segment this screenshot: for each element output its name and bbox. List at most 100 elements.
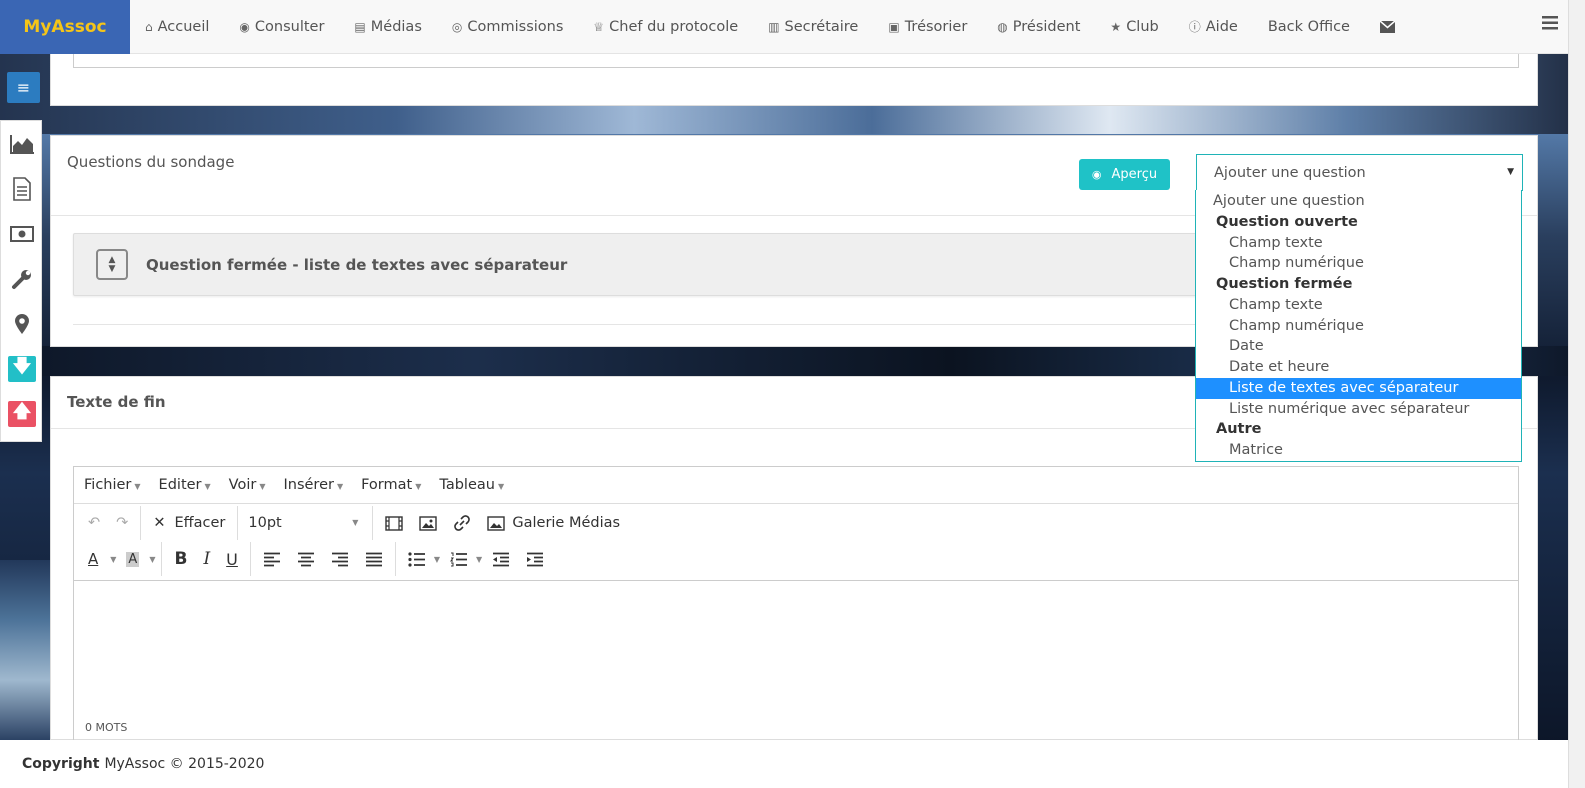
sidebar-item-scroll-down[interactable]: 🡇 [1,346,43,391]
menu-right-icon[interactable] [1542,16,1558,30]
align-right-button[interactable] [323,544,357,574]
sidebar-item-scroll-up[interactable]: 🡅 [1,391,43,436]
text-color-icon: A [88,550,99,568]
word-count: 0 MOTS [85,721,128,734]
nav-item-chef-du-protocole[interactable]: ♕ Chef du protocole [578,0,753,54]
font-size-select[interactable]: 10pt ▼ [242,508,368,538]
nav-item-label: Médias [370,18,422,35]
dropdown-option[interactable]: Champ numérique [1196,316,1521,337]
sort-handle-icon[interactable]: ▲ ▼ [96,249,128,280]
editor-content-area[interactable]: 0 MOTS [74,580,1518,740]
toolbar-separator [372,506,374,540]
undo-icon: ↶ [88,515,101,531]
dropdown-option[interactable]: Liste numérique avec séparateur [1196,399,1521,420]
editor-menu-fichier[interactable]: Fichier ▼ [84,477,141,493]
editor-menu-voir[interactable]: Voir ▼ [229,477,266,493]
apercu-button[interactable]: ◉ Aperçu [1079,159,1170,190]
arrow-down-icon: 🡇 [8,355,36,382]
background-color-icon: A [126,551,140,567]
nav-item-secr-taire[interactable]: ▥ Secrétaire [753,0,873,54]
indent-button[interactable] [518,544,552,574]
bold-button[interactable]: B [166,544,195,574]
text-color-button[interactable]: A ▼ [80,544,118,574]
sidebar-item-documents[interactable] [1,166,43,211]
dropdown-option[interactable]: Champ texte [1196,295,1521,316]
nav-item-commissions[interactable]: ◎ Commissions [437,0,579,54]
toolbar-separator [140,506,142,540]
eye-icon: ◉ [1091,168,1102,181]
sidebar-item-stats[interactable] [1,121,43,166]
toolbar-separator [237,506,239,540]
media-gallery-label: Galerie Médias [512,515,621,531]
sidebar-item-money[interactable] [1,211,43,256]
money-icon [10,225,34,242]
dropdown-option[interactable]: Date [1196,336,1521,357]
nav-item-accueil[interactable]: ⌂ Accueil [130,0,224,54]
underline-button[interactable]: U [218,544,246,574]
insert-image-button[interactable] [411,508,445,538]
caret-down-icon: ▼ [352,518,359,527]
star-icon: ★ [1110,19,1122,34]
bullet-list-icon [408,551,425,567]
dropdown-group-label: Autre [1216,421,1262,438]
nav-item-back-office[interactable]: Back Office [1253,0,1365,54]
align-center-button[interactable] [289,544,323,574]
editor-menu-label: Format [361,477,413,493]
nav-item-label: Commissions [467,18,564,35]
mail-nav-item[interactable] [1365,0,1410,54]
previous-textarea[interactable] [73,54,1519,68]
dropdown-option[interactable]: Champ texte [1196,233,1521,254]
document-icon [13,176,31,201]
nav-item-tr-sorier[interactable]: ▣ Trésorier [873,0,982,54]
dropdown-option[interactable]: Date et heure [1196,357,1521,378]
redo-icon: ↷ [116,515,129,531]
background-color-button[interactable]: A ▼ [118,544,157,574]
editor-menu-label: Tableau [439,477,495,493]
editor-menu-editer[interactable]: Editer ▼ [159,477,211,493]
font-size-value: 10pt [248,515,282,531]
toolbar-separator [249,542,251,576]
add-question-dropdown: Ajouter une question Question ouverte Cham… [1195,190,1522,462]
footer: Copyright MyAssoc © 2015-2020 [0,740,1568,788]
dropdown-option[interactable]: Champ numérique [1196,253,1521,274]
redo-button[interactable]: ↷ [108,508,136,538]
editor-menu-label: Insérer [283,477,334,493]
nav-item-aide[interactable]: ⓘ Aide [1174,0,1253,54]
nav-item-pr-sident[interactable]: ◍ Président [982,0,1095,54]
bullet-list-button[interactable]: ▼ [400,544,442,574]
editor-menu-ins-rer[interactable]: Insérer ▼ [283,477,343,493]
copyright-label: Copyright [22,756,100,772]
dropdown-group-label: Question fermée [1216,276,1353,292]
dropdown-option[interactable]: Matrice [1196,440,1521,461]
clear-format-button[interactable]: ✕ Effacer [145,508,233,538]
editor-menu-format[interactable]: Format ▼ [361,477,421,493]
align-left-icon [263,552,280,566]
end-text-title: Texte de fin [67,393,166,411]
editor-menubar: Fichier ▼ Editer ▼ Voir ▼ Insérer ▼ Format ▼ Table… [74,467,1518,504]
page-scrollbar[interactable] [1568,0,1585,788]
italic-button[interactable]: I [195,544,218,574]
dropdown-option-placeholder[interactable]: Ajouter une question [1196,191,1521,212]
align-justify-button[interactable] [357,544,391,574]
sidebar-item-tools[interactable] [1,256,43,301]
outdent-button[interactable] [484,544,518,574]
nav-item-label: Trésorier [904,18,968,35]
dropdown-option[interactable]: Liste de textes avec séparateur [1196,377,1521,399]
sidebar-item-location[interactable] [1,301,43,346]
undo-button[interactable]: ↶ [80,508,108,538]
nav-item-m-dias[interactable]: ▤ Médias [339,0,436,54]
insert-media-button[interactable] [377,508,411,538]
nav-item-club[interactable]: ★ Club [1095,0,1173,54]
insert-link-button[interactable] [445,508,479,538]
nav-item-consulter[interactable]: ◉ Consulter [224,0,339,54]
align-left-button[interactable] [255,544,289,574]
numbered-list-button[interactable]: ▼ [442,544,484,574]
toolbar-separator [394,542,396,576]
media-gallery-button[interactable]: Galerie Médias [479,508,628,538]
menu-toggle-button[interactable]: ≡ [7,72,40,103]
home-icon: ⌂ [145,19,153,34]
brand-logo[interactable]: MyAssoc [0,0,130,54]
add-question-select[interactable]: Ajouter une question ▼ [1196,154,1523,191]
editor-menu-tableau[interactable]: Tableau ▼ [439,477,504,493]
caret-down-icon: ▼ [336,482,344,491]
